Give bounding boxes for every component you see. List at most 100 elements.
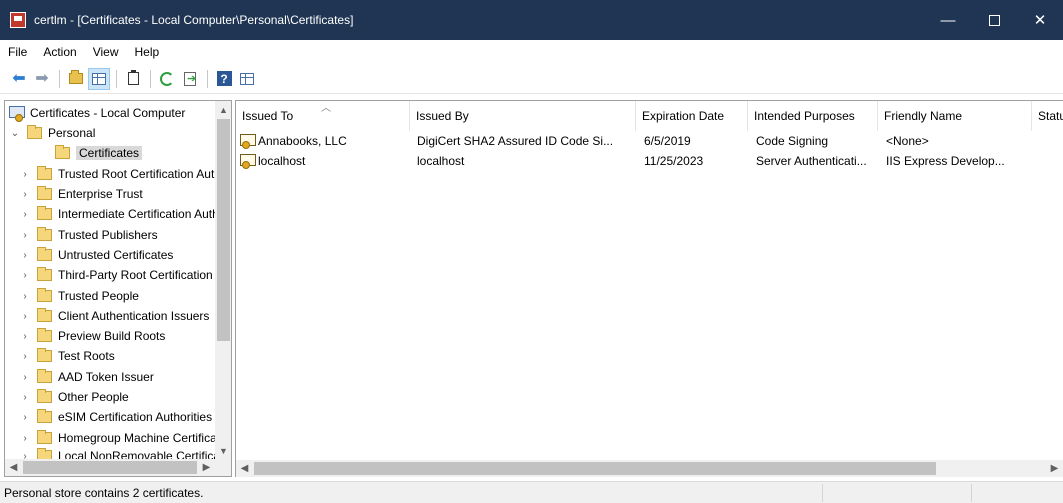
certificates-snapin-icon <box>9 106 25 122</box>
chevron-right-icon[interactable]: › <box>19 351 31 362</box>
tree-item-third-party-root[interactable]: › Third-Party Root Certification Authori… <box>19 265 215 285</box>
scroll-down-icon[interactable]: ▼ <box>215 442 231 459</box>
column-header-status[interactable]: Status <box>1032 101 1063 131</box>
tree-item-label: Local NonRemovable Certificates <box>58 449 215 459</box>
chevron-right-icon[interactable]: › <box>19 189 31 200</box>
tree-item-esim[interactable]: › eSIM Certification Authorities <box>19 407 212 427</box>
column-header-issued-to[interactable]: Issued To ︿ <box>236 101 410 131</box>
folder-icon <box>37 288 52 302</box>
tree-item-label: Client Authentication Issuers <box>58 309 210 323</box>
console-tree[interactable]: Certificates - Local Computer ⌄ Personal… <box>4 100 232 477</box>
tree-item-aad-token-issuer[interactable]: › AAD Token Issuer <box>19 367 154 387</box>
cell-expiration-date: 6/5/2019 <box>644 134 691 148</box>
tree-item-other-people[interactable]: › Other People <box>19 387 129 407</box>
scroll-left-icon[interactable]: ◀ <box>5 459 22 476</box>
folder-icon <box>37 166 52 180</box>
chevron-right-icon[interactable]: › <box>19 311 31 322</box>
up-one-level-button[interactable] <box>65 68 87 90</box>
back-button[interactable]: ⬅ <box>8 68 30 90</box>
menu-view[interactable]: View <box>85 42 127 62</box>
status-bar: Personal store contains 2 certificates. <box>0 481 1063 503</box>
tree-item-label: Intermediate Certification Authorities <box>58 207 215 221</box>
tree-horizontal-scrollbar[interactable]: ◀ ▶ <box>5 459 231 476</box>
chevron-right-icon[interactable]: › <box>19 433 31 444</box>
certlm-app-icon[interactable] <box>10 12 26 28</box>
tree-item-trusted-people[interactable]: › Trusted People <box>19 286 139 306</box>
scroll-right-icon[interactable]: ▶ <box>198 459 215 476</box>
tree-item-label: Certificates <box>76 146 143 160</box>
chevron-right-icon[interactable]: › <box>19 209 31 220</box>
chevron-right-icon[interactable]: › <box>19 451 31 460</box>
tree-item-trusted-root[interactable]: › Trusted Root Certification Authorities <box>19 164 215 184</box>
tree-item-personal[interactable]: ⌄ Personal <box>9 123 95 143</box>
tree-item-label: Personal <box>48 126 96 140</box>
table-row[interactable]: localhost localhost 11/25/2023 Server Au… <box>236 151 1063 171</box>
export-list-button[interactable] <box>179 68 201 90</box>
menu-bar: File Action View Help <box>0 40 1063 64</box>
column-header-friendly-name[interactable]: Friendly Name <box>878 101 1032 131</box>
list-hscroll-thumb[interactable] <box>254 462 936 475</box>
folder-icon <box>37 448 52 459</box>
chevron-right-icon[interactable]: › <box>19 372 31 383</box>
tree-item-intermediate[interactable]: › Intermediate Certification Authorities <box>19 204 215 224</box>
tree-item-client-auth-issuers[interactable]: › Client Authentication Issuers <box>19 306 209 326</box>
tree-item-certificates[interactable]: Certificates <box>55 143 143 163</box>
refresh-button[interactable] <box>156 68 178 90</box>
tree-item-untrusted[interactable]: › Untrusted Certificates <box>19 245 173 265</box>
maximize-button[interactable] <box>971 0 1017 40</box>
column-label: Expiration Date <box>642 109 725 123</box>
scroll-up-icon[interactable]: ▲ <box>215 101 231 118</box>
tree-vertical-scrollbar[interactable]: ▲ ▼ <box>215 101 231 459</box>
close-button[interactable]: ✕ <box>1017 0 1063 40</box>
certificate-icon <box>240 134 256 149</box>
table-row[interactable]: Annabooks, LLC DigiCert SHA2 Assured ID … <box>236 131 1063 151</box>
chevron-right-icon[interactable]: › <box>19 250 31 261</box>
tree-item-label: AAD Token Issuer <box>58 370 154 384</box>
tree-item-preview-build-roots[interactable]: › Preview Build Roots <box>19 326 165 346</box>
menu-action[interactable]: Action <box>35 42 84 62</box>
chevron-down-icon[interactable]: ⌄ <box>9 128 21 139</box>
certificate-list[interactable]: Issued To ︿ Issued By Expiration Date In… <box>235 100 1063 477</box>
chevron-right-icon[interactable]: › <box>19 291 31 302</box>
show-hide-tree-icon <box>92 72 106 85</box>
tree-item-homegroup[interactable]: › Homegroup Machine Certificates <box>19 428 215 448</box>
folder-icon <box>55 145 70 159</box>
chevron-right-icon[interactable]: › <box>19 230 31 241</box>
chevron-right-icon[interactable]: › <box>19 270 31 281</box>
list-horizontal-scrollbar[interactable]: ◀ ▶ <box>236 460 1063 477</box>
properties-button[interactable] <box>122 68 144 90</box>
chevron-right-icon[interactable]: › <box>19 169 31 180</box>
tree-item-label: Preview Build Roots <box>58 329 166 343</box>
tree-item-local-nonremovable[interactable]: › Local NonRemovable Certificates <box>19 446 215 459</box>
chevron-right-icon[interactable]: › <box>19 392 31 403</box>
chevron-right-icon[interactable]: › <box>19 412 31 423</box>
column-header-issued-by[interactable]: Issued By <box>410 101 636 131</box>
folder-icon <box>37 247 52 261</box>
tree-scroll-thumb[interactable] <box>217 119 230 341</box>
maximize-icon <box>988 14 1000 26</box>
menu-help[interactable]: Help <box>127 42 168 62</box>
minimize-button[interactable]: — <box>925 0 971 40</box>
scroll-left-icon[interactable]: ◀ <box>236 460 253 477</box>
help-button[interactable]: ? <box>213 68 235 90</box>
show-hide-console-tree-button[interactable] <box>88 67 110 90</box>
tree-root[interactable]: Certificates - Local Computer <box>9 103 185 123</box>
scroll-right-icon[interactable]: ▶ <box>1046 460 1063 477</box>
tree-item-enterprise-trust[interactable]: › Enterprise Trust <box>19 184 143 204</box>
tree-hscroll-thumb[interactable] <box>23 461 197 474</box>
sort-ascending-icon: ︿ <box>321 103 331 114</box>
mmc-view-button[interactable] <box>236 68 258 90</box>
column-header-intended-purposes[interactable]: Intended Purposes <box>748 101 878 131</box>
tree-item-test-roots[interactable]: › Test Roots <box>19 346 115 366</box>
menu-file[interactable]: File <box>0 42 35 62</box>
certificate-icon <box>240 154 256 169</box>
folder-icon <box>37 186 52 200</box>
chevron-right-icon[interactable]: › <box>19 331 31 342</box>
column-header-expiration-date[interactable]: Expiration Date <box>636 101 748 131</box>
cell-friendly-name: <None> <box>886 134 929 148</box>
folder-icon <box>37 348 52 362</box>
forward-button[interactable]: ➡ <box>31 68 53 90</box>
tree-item-label: Other People <box>58 390 129 404</box>
tree-item-trusted-publishers[interactable]: › Trusted Publishers <box>19 225 158 245</box>
tree-item-label: Third-Party Root Certification Authoriti… <box>58 268 215 282</box>
